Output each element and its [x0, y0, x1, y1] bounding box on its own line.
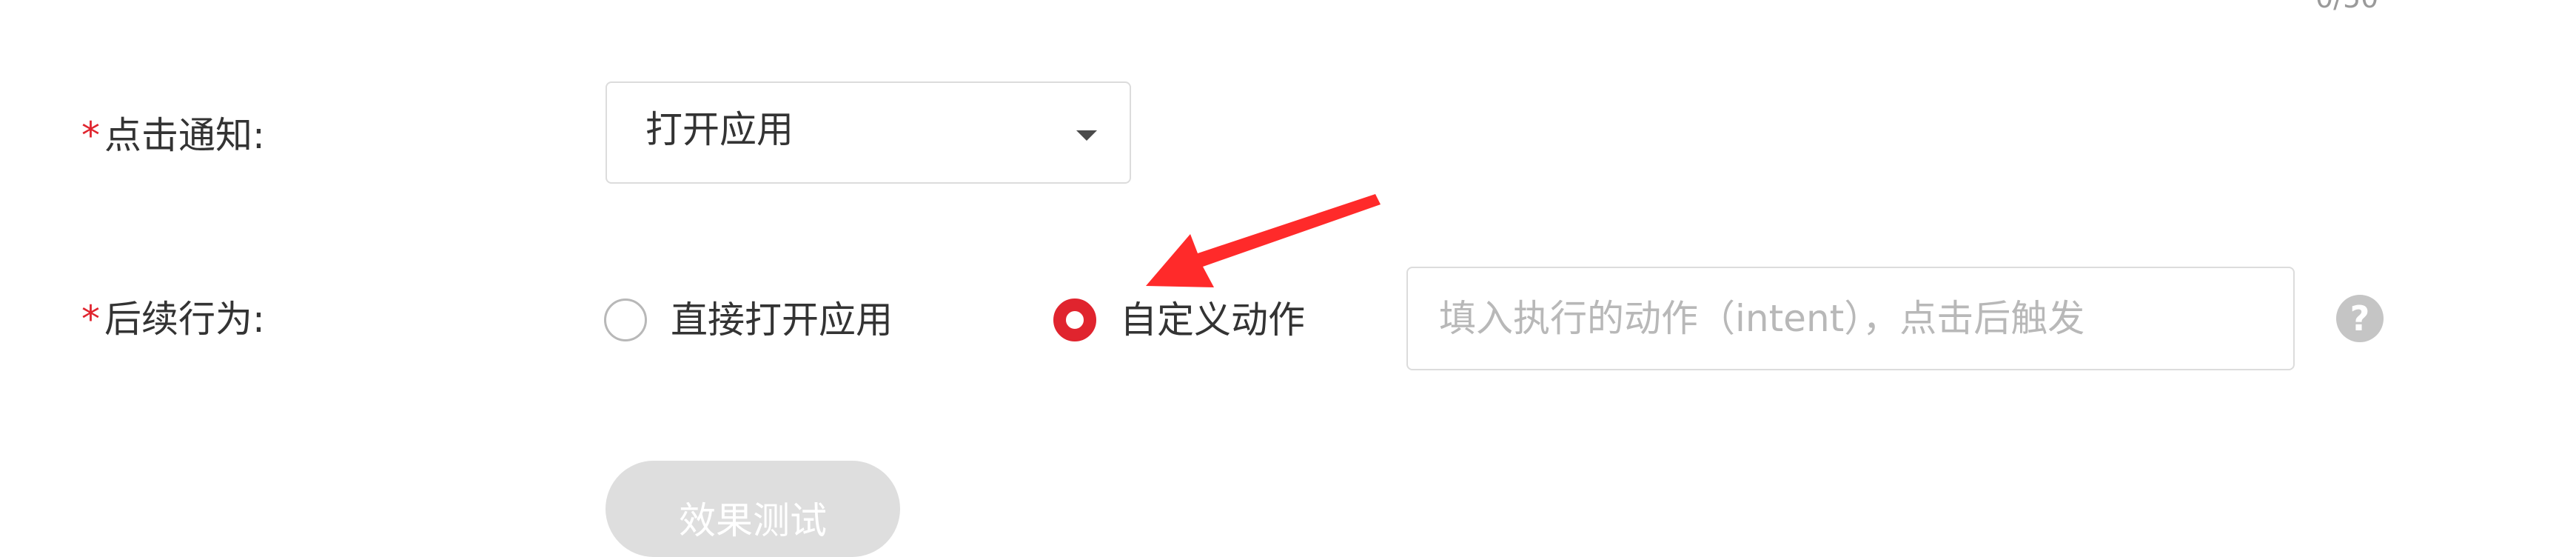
radio-open-app-directly-label[interactable]: 直接打开应用 [671, 301, 893, 338]
click-notification-select-value: 打开应用 [645, 108, 794, 151]
click-notification-label-text: 点击通知: [104, 114, 265, 157]
red-arrow-shape [1146, 194, 1381, 287]
red-arrow-annotation [1146, 194, 1381, 287]
effect-test-button[interactable]: 效果测试 [606, 461, 900, 557]
radio-open-app-directly[interactable]: 直接打开应用 [604, 296, 893, 344]
question-circle-icon[interactable]: ? [2336, 295, 2384, 342]
required-mark: * [81, 114, 100, 157]
intent-input[interactable] [1406, 267, 2295, 370]
caret-down-icon [1076, 130, 1097, 141]
required-mark: * [81, 298, 100, 341]
radio-custom-action-label[interactable]: 自定义动作 [1120, 301, 1305, 338]
radio-checked-icon[interactable] [1053, 298, 1096, 341]
radio-custom-action[interactable]: 自定义动作 [1053, 296, 1305, 344]
char-counter: 0/50 [2315, 0, 2378, 12]
follow-up-action-label: * 后续行为: [81, 301, 265, 338]
click-notification-select[interactable]: 打开应用 [606, 81, 1131, 184]
radio-unchecked-icon[interactable] [604, 298, 647, 341]
click-notification-label: * 点击通知: [81, 117, 265, 154]
follow-up-action-label-text: 后续行为: [104, 298, 265, 341]
